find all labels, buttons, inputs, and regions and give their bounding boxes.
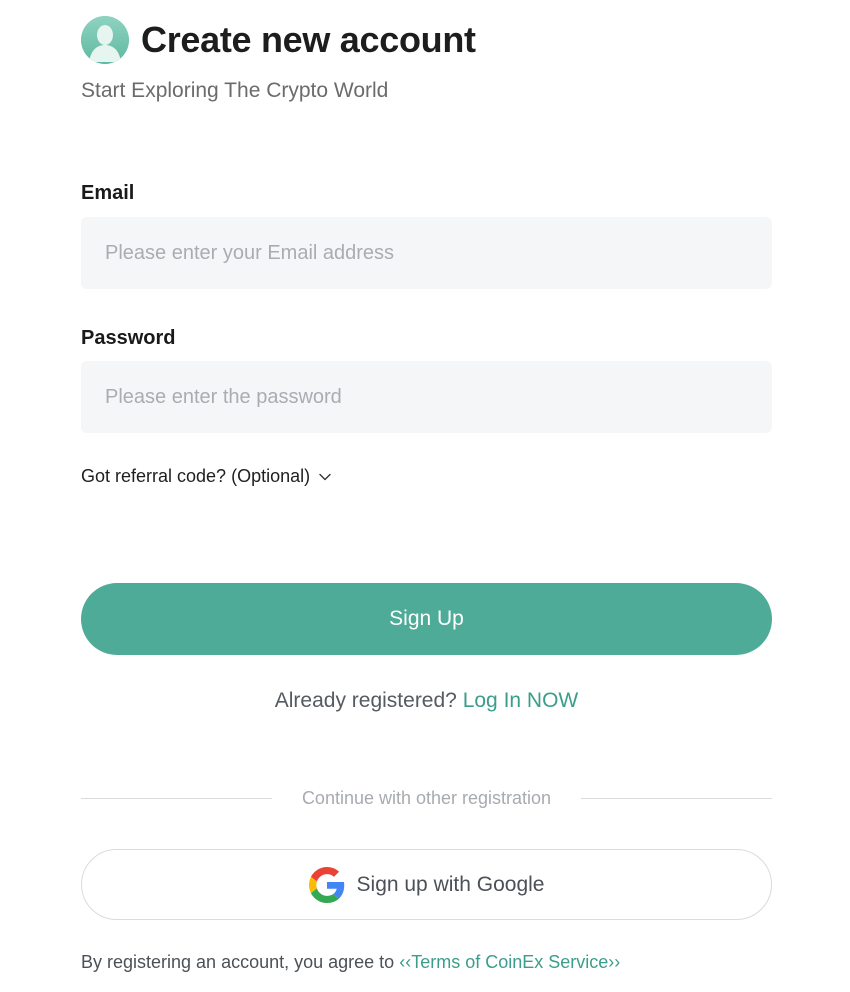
google-icon [308,866,345,903]
page-title: Create new account [141,19,476,60]
referral-code-toggle[interactable]: Got referral code? (Optional) [81,466,332,487]
sign-up-button[interactable]: Sign Up [81,583,772,655]
divider-line-left [81,797,272,799]
chevron-down-icon [318,472,332,482]
page-subtitle: Start Exploring The Crypto World [81,79,389,102]
google-signup-button[interactable]: Sign up with Google [81,849,772,920]
password-field[interactable] [81,361,772,433]
page-header: Create new account [81,16,476,64]
login-prompt: Already registered? Log In NOW [81,689,772,713]
divider-text: Continue with other registration [301,787,552,808]
other-registration-divider: Continue with other registration [81,785,773,811]
login-now-link[interactable]: Log In NOW [463,689,579,712]
terms-text: By registering an account, you agree to [81,952,395,972]
terms-link[interactable]: ‹‹Terms of CoinEx Service›› [399,952,620,972]
user-avatar-icon [81,16,129,64]
email-field[interactable] [81,217,772,289]
email-label: Email [81,182,135,204]
password-label: Password [81,327,176,349]
terms-notice: By registering an account, you agree to … [81,952,620,973]
login-prompt-text: Already registered? [274,689,457,712]
divider-line-right [581,797,773,799]
referral-label: Got referral code? (Optional) [81,466,311,486]
google-signup-label: Sign up with Google [356,872,545,896]
